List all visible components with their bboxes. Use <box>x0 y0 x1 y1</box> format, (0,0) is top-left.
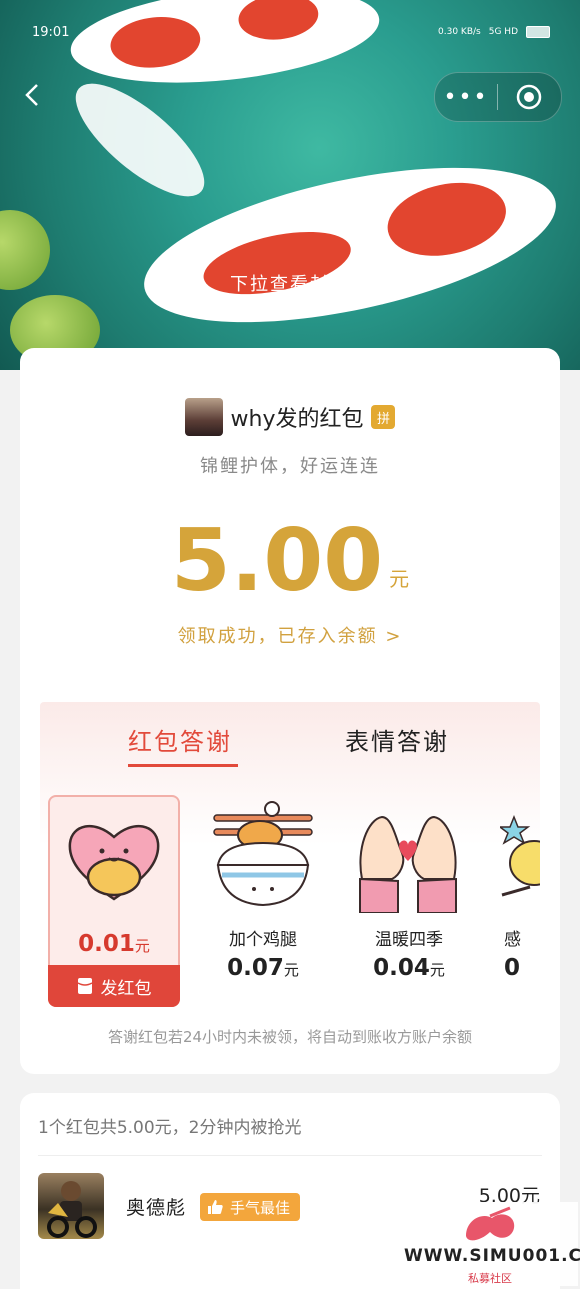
chevron-left-icon <box>25 84 38 106</box>
watermark-subtitle: 私募社区 <box>468 1272 512 1285</box>
watermark-url: WWW.SIMU001.CN <box>404 1246 580 1266</box>
divider <box>38 1155 542 1156</box>
balance-link[interactable]: 领取成功，已存入余额 > <box>20 622 560 648</box>
heart-hug-icon <box>68 824 160 901</box>
rice-bowl-icon <box>213 801 313 907</box>
thanks-item-warm-seasons[interactable]: 温暖四季 0.04元 <box>344 795 474 1007</box>
item-price: 0 <box>504 955 521 981</box>
red-packet-card: why发的红包 拼 锦鲤护体，好运连连 5.00 元 领取成功，已存入余额 > … <box>20 348 560 1074</box>
chevron-down-icon <box>279 308 301 320</box>
item-label: 感 <box>504 930 521 950</box>
watermark-logo <box>466 1206 515 1241</box>
item-price: 0.07元 <box>227 955 299 981</box>
sender-name: why发的红包 <box>230 407 364 432</box>
koi-fish-tail <box>59 65 221 215</box>
thanks-items: 0.01元 发红包 加个鸡腿 0.07元 温暖四季 0.04元 感 0 <box>48 795 540 1007</box>
claimer-name: 奥德彪 <box>126 1197 187 1219</box>
received-amount: 5.00 <box>170 511 384 611</box>
amount-row: 5.00 元 <box>20 518 560 604</box>
item-price: 0.04元 <box>373 955 445 981</box>
send-red-packet-button[interactable]: 发红包 <box>48 965 180 1007</box>
active-tab-indicator <box>128 764 238 767</box>
red-packet-icon <box>77 978 92 994</box>
pin-badge: 拼 <box>371 405 396 429</box>
heart-hands-icon <box>359 815 457 913</box>
item-price: 0.01元 <box>78 931 150 957</box>
thanks-item-heart[interactable]: 0.01元 发红包 <box>48 795 180 1007</box>
thanks-tabs: 红包答谢 表情答谢 <box>40 722 540 772</box>
target-icon <box>516 84 542 110</box>
tab-sticker-thanks[interactable]: 表情答谢 <box>345 722 449 757</box>
more-button[interactable]: ••• <box>435 85 497 110</box>
status-bar: 19:01 0.30 KB/s 5G HD <box>32 22 550 42</box>
item-label: 加个鸡腿 <box>229 930 297 950</box>
status-time: 19:01 <box>32 24 70 40</box>
cover-image[interactable]: 19:01 0.30 KB/s 5G HD ••• 下拉查看封面 <box>0 0 580 370</box>
thanks-panel: 红包答谢 表情答谢 0.01元 发红包 加个鸡腿 0.07元 温暖四季 0.04… <box>40 702 540 1019</box>
thumbs-up-icon <box>208 1200 223 1214</box>
pull-down-hint: 下拉查看封面 <box>230 274 350 295</box>
back-button[interactable] <box>18 80 48 110</box>
star-icon <box>500 815 540 897</box>
thanks-item-chicken-leg[interactable]: 加个鸡腿 0.07元 <box>198 795 328 1007</box>
signal-indicator: 5G HD <box>488 27 518 37</box>
claimer-avatar[interactable] <box>38 1173 104 1239</box>
network-speed: 0.30 KB/s <box>438 27 481 37</box>
mini-program-capsule: ••• <box>434 72 562 122</box>
tab-red-packet-thanks[interactable]: 红包答谢 <box>128 722 232 757</box>
koi-fish <box>66 0 384 96</box>
sender-avatar[interactable] <box>184 398 223 436</box>
thanks-item-partial[interactable]: 感 0 <box>494 795 540 1007</box>
blessing-text: 锦鲤护体，好运连连 <box>200 456 380 477</box>
site-watermark: WWW.SIMU001.CN 私募社区 <box>402 1202 580 1286</box>
close-button[interactable] <box>498 83 560 111</box>
thanks-note: 答谢红包若24小时内未被领，将自动到账收方账户余额 <box>107 1028 473 1046</box>
motorbike-rider-image <box>47 1181 97 1238</box>
battery-icon <box>526 26 550 38</box>
best-luck-badge: 手气最佳 <box>200 1193 301 1221</box>
item-label: 温暖四季 <box>375 930 443 950</box>
sender-row: why发的红包 拼 <box>20 398 560 436</box>
amount-unit: 元 <box>389 567 410 591</box>
summary-text: 1个红包共5.00元，2分钟内被抢光 <box>38 1118 302 1138</box>
